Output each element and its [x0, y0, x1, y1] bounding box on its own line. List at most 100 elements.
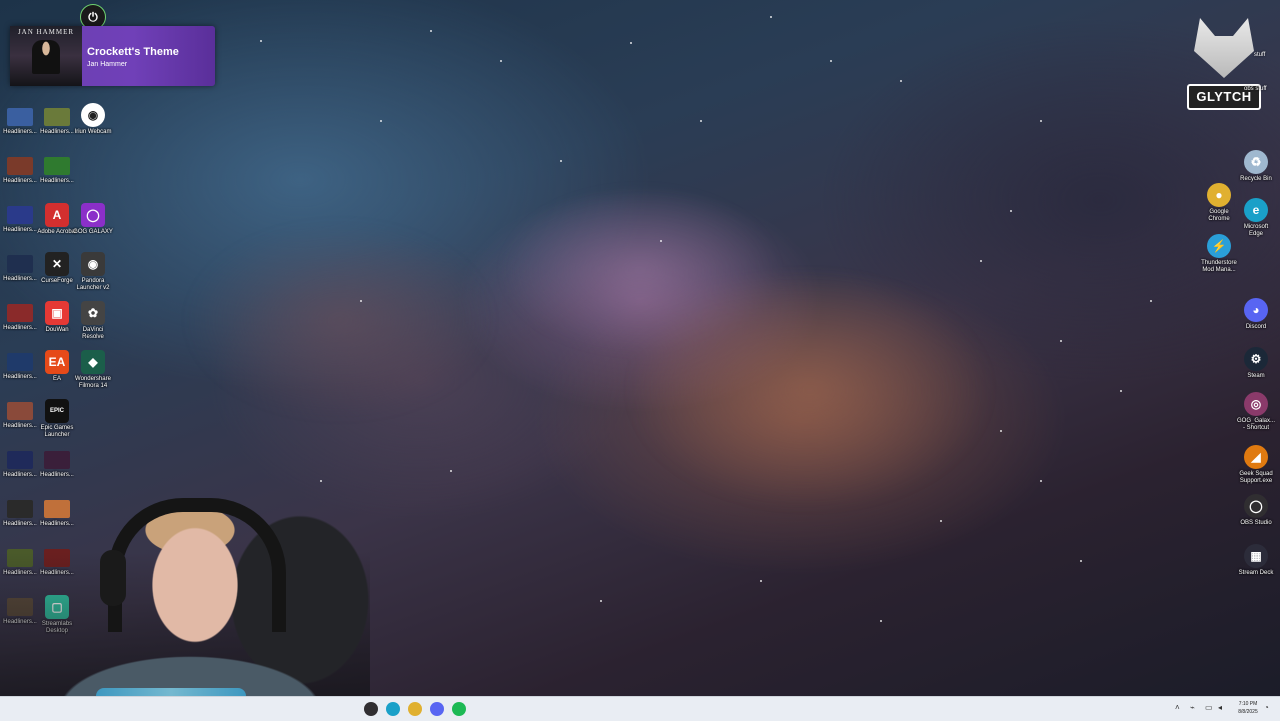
app-icon: ✿	[81, 301, 105, 325]
desktop-icon-label: DaVinci Resolve	[82, 327, 104, 340]
desktop-icon-label: CurseForge	[41, 278, 73, 284]
desktop-icon-label: Discord	[1245, 324, 1267, 330]
desktop-icon-label: GOG_Galax... - Shortcut	[1236, 418, 1275, 431]
desktop-icon-headliners[interactable]: Headliners...	[0, 399, 40, 430]
desktop-icon-label: DouWan	[45, 327, 69, 333]
app-icon: ◕	[1244, 298, 1268, 322]
taskbar-chrome-icon[interactable]	[408, 702, 422, 716]
star	[260, 40, 262, 42]
thumbnail-icon	[7, 255, 33, 273]
taskbar-date[interactable]: 8/8/2025	[1230, 709, 1266, 715]
taskbar-edge-icon[interactable]	[386, 702, 400, 716]
desktop-icon-headliners[interactable]: Headliners...	[0, 252, 40, 283]
desktop-icon-curseforge[interactable]: ✕ CurseForge	[37, 252, 77, 285]
star	[760, 580, 762, 582]
desktop-icon-ea[interactable]: EA EA	[37, 350, 77, 383]
app-icon: ◉	[81, 252, 105, 276]
star	[880, 620, 882, 622]
now-playing-widget[interactable]: JAN HAMMER Crockett's Theme Jan Hammer	[10, 26, 215, 86]
app-icon: ●	[1207, 183, 1231, 207]
desktop-icon-geek-squad-support-exe[interactable]: ◢ Geek Squad Support.exe	[1236, 445, 1276, 485]
desktop-icon-headliners[interactable]: Headliners...	[0, 203, 40, 234]
star	[600, 600, 602, 602]
app-icon: ⚙	[1244, 347, 1268, 371]
tray-chevron-up-icon[interactable]: ˄	[1175, 704, 1183, 712]
thumbnail-icon	[44, 157, 70, 175]
desktop-icon-label: Google Chrome	[1208, 209, 1230, 222]
webcam-icon: ◉	[81, 103, 105, 127]
desktop-icon-obs-studio[interactable]: ◯ OBS Studio	[1236, 494, 1276, 527]
taskbar-discord-icon[interactable]	[430, 702, 444, 716]
star	[830, 60, 832, 62]
desktop-icon-recycle-bin[interactable]: ♻ Recycle Bin	[1236, 150, 1276, 183]
desktop-icon-label: Headliners...	[3, 276, 37, 282]
tray-usb-icon[interactable]: ⌁	[1190, 704, 1198, 712]
folder-label-stuff[interactable]: stuff	[1254, 52, 1265, 58]
desktop-icon-headliners[interactable]: Headliners...	[0, 448, 40, 479]
taskbar-spotify-icon[interactable]	[452, 702, 466, 716]
folder-label-obs-stuff[interactable]: obs stuff	[1244, 86, 1267, 92]
star	[1040, 120, 1042, 122]
desktop-icon-label: GOG GALAXY	[73, 229, 113, 235]
desktop-icon-label: Microsoft Edge	[1243, 224, 1269, 237]
album-art-text: JAN HAMMER	[17, 28, 75, 36]
desktop-icon-douwan[interactable]: ▣ DouWan	[37, 301, 77, 334]
thumbnail-icon	[7, 206, 33, 224]
desktop-icon-headliners[interactable]: Headliners...	[37, 448, 77, 479]
star	[360, 300, 362, 302]
app-icon: ◯	[1244, 494, 1268, 518]
desktop-icon-wondershare-filmora-14[interactable]: ◆ Wondershare Filmora 14	[73, 350, 113, 390]
star	[700, 120, 702, 122]
app-icon: ◢	[1244, 445, 1268, 469]
desktop-icon-label: Recycle Bin	[1240, 176, 1272, 182]
app-icon: ✕	[45, 252, 69, 276]
album-art: JAN HAMMER	[10, 26, 82, 86]
desktop-icon-adobe-acrobat[interactable]: A Adobe Acrobat	[37, 203, 77, 236]
desktop-icon-microsoft-edge[interactable]: e Microsoft Edge	[1236, 198, 1276, 238]
desktop-icon-label: Headliners...	[3, 423, 37, 429]
desktop-icon-label: Headliners...	[40, 178, 74, 184]
thumbnail-icon	[7, 402, 33, 420]
desktop-icon-gog-galax-shortcut[interactable]: ◎ GOG_Galax... - Shortcut	[1236, 392, 1276, 432]
desktop-icon-label: Thunderstore Mod Mana...	[1201, 260, 1237, 273]
desktop-icon-headliners[interactable]: Headliners...	[0, 105, 40, 136]
notification-bell-icon[interactable]: ◔	[1264, 704, 1272, 712]
desktop-icon-headliners[interactable]: Headliners...	[0, 154, 40, 185]
tray-volume-icon[interactable]: ◂	[1218, 704, 1226, 712]
tray-network-icon[interactable]: ▭	[1205, 704, 1213, 712]
desktop-icon-label: Headliners...	[3, 129, 37, 135]
desktop-icon-thunderstore-mod-mana[interactable]: ⚡ Thunderstore Mod Mana...	[1199, 234, 1239, 274]
desktop-icon-label: Headliners...	[3, 325, 37, 331]
desktop-icon-label: Headliners...	[3, 178, 37, 184]
taskbar-obs-icon[interactable]	[364, 702, 378, 716]
desktop-icon-label: Geek Squad Support.exe	[1239, 471, 1273, 484]
desktop-icon-pandora-launcher-v2[interactable]: ◉ Pandora Launcher v2	[73, 252, 113, 292]
desktop-icon-label: OBS Studio	[1240, 520, 1272, 526]
star	[940, 520, 942, 522]
star	[500, 60, 502, 62]
album-art-figure	[32, 40, 60, 74]
desktop-icon-gog-galaxy[interactable]: ◯ GOG GALAXY	[73, 203, 113, 236]
fox-logo-icon	[1194, 18, 1254, 78]
app-icon: ◎	[1244, 392, 1268, 416]
desktop-icon-epic-games-launcher[interactable]: EPIC Epic Games Launcher	[37, 399, 77, 439]
star	[430, 30, 432, 32]
desktop-icon-iriun-webcam[interactable]: ◉ Iriun Webcam	[73, 103, 113, 136]
desktop-icon-discord[interactable]: ◕ Discord	[1236, 298, 1276, 331]
app-icon: ▦	[1244, 544, 1268, 568]
desktop-icon-headliners[interactable]: Headliners...	[0, 350, 40, 381]
desktop-icon-label: Steam	[1247, 373, 1265, 379]
app-icon: ◯	[81, 203, 105, 227]
desktop-icon-headliners[interactable]: Headliners...	[0, 301, 40, 332]
desktop-icon-stream-deck[interactable]: ▦ Stream Deck	[1236, 544, 1276, 577]
desktop-icon-label: Adobe Acrobat	[37, 229, 77, 235]
desktop-icon-google-chrome[interactable]: ● Google Chrome	[1199, 183, 1239, 223]
desktop-icon-davinci-resolve[interactable]: ✿ DaVinci Resolve	[73, 301, 113, 341]
star	[900, 80, 902, 82]
desktop-icon-headliners[interactable]: Headliners...	[37, 105, 77, 136]
desktop-icon-label: Iriun Webcam	[74, 129, 112, 135]
taskbar-time[interactable]: 7:10 PM	[1230, 701, 1266, 707]
desktop-icon-label: Headliners...	[3, 227, 37, 233]
desktop-icon-headliners[interactable]: Headliners...	[37, 154, 77, 185]
desktop-icon-steam[interactable]: ⚙ Steam	[1236, 347, 1276, 380]
